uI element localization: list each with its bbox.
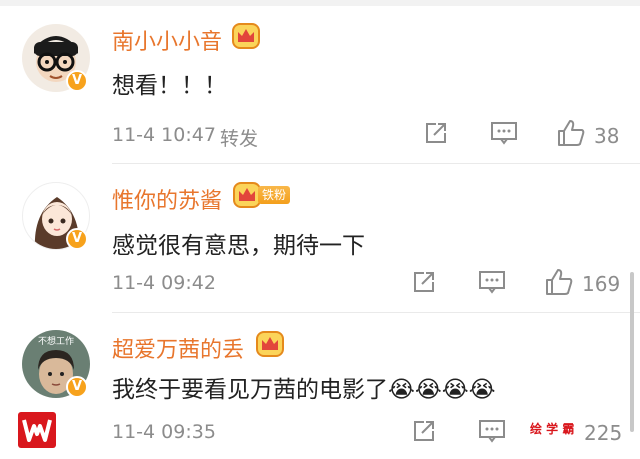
svg-text:不想工作: 不想工作 (38, 335, 74, 347)
comment-text: 我终于要看见万茜的电影了😭😭😭😭 (112, 377, 496, 403)
verified-badge-icon: V (66, 228, 88, 250)
divider (112, 312, 640, 313)
comment-text: 想看！！！ (112, 73, 227, 99)
comment-icon[interactable] (490, 121, 518, 149)
comment-time: 11-4 10:47 (112, 124, 216, 146)
share-icon[interactable] (412, 270, 436, 298)
crown-icon (232, 23, 260, 53)
divider (112, 163, 640, 164)
share-icon[interactable] (424, 121, 448, 149)
like-count: 225 (584, 421, 623, 445)
share-icon[interactable] (412, 419, 436, 447)
scrollbar[interactable] (630, 272, 634, 432)
like-count: 169 (582, 272, 621, 296)
forward-link[interactable]: 转发 (220, 124, 258, 151)
comment-icon[interactable] (478, 419, 506, 447)
comment-text: 感觉很有意思，期待一下 (112, 233, 365, 259)
crown-icon (233, 182, 261, 212)
fan-badge: 铁粉 (258, 186, 291, 204)
comment-author[interactable]: 超爱万茜的丢 (112, 332, 244, 364)
crown-icon (256, 331, 284, 361)
comment-author[interactable]: 惟你的苏酱 (112, 183, 222, 215)
comment-icon[interactable] (478, 270, 506, 298)
verified-badge-icon: V (66, 70, 88, 92)
top-divider (0, 0, 640, 6)
comment-time: 11-4 09:42 (112, 272, 216, 294)
comment-time: 11-4 09:35 (112, 421, 216, 443)
app-logo-icon (18, 412, 56, 448)
like-count: 38 (594, 124, 620, 148)
comment-author[interactable]: 南小小小音 (112, 24, 222, 56)
thumbs-up-icon[interactable] (544, 267, 574, 301)
verified-badge-icon: V (66, 376, 88, 398)
thumbs-up-icon[interactable] (556, 118, 586, 152)
watermark: 绘 学 霸 (530, 422, 575, 436)
